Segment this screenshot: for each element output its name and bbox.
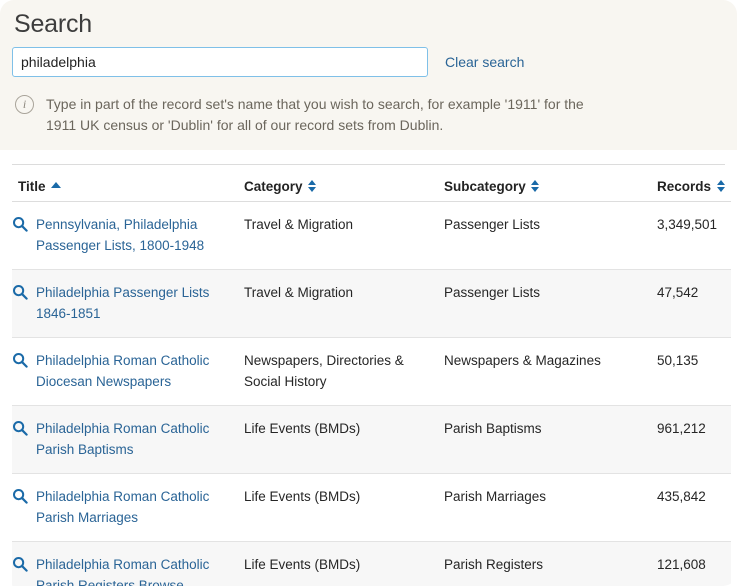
search-hint-text: Type in part of the record set's name th… <box>46 94 606 136</box>
cell-category: Newspapers, Directories & Social History <box>244 337 444 405</box>
cell-records: 47,542 <box>657 269 731 337</box>
cell-subcategory: Parish Registers <box>444 541 657 586</box>
search-icon[interactable] <box>12 420 28 436</box>
column-header-category-label: Category <box>244 179 303 194</box>
record-set-link[interactable]: Philadelphia Passenger Lists 1846-1851 <box>36 282 244 324</box>
cell-title: Philadelphia Roman Catholic Parish Regis… <box>12 541 244 586</box>
search-hint-line-1: Type in part of the record set's name th… <box>46 96 584 112</box>
cell-category: Travel & Migration <box>244 269 444 337</box>
cell-records: 50,135 <box>657 337 731 405</box>
cell-subcategory: Passenger Lists <box>444 201 657 269</box>
cell-category: Travel & Migration <box>244 201 444 269</box>
cell-records: 961,212 <box>657 405 731 473</box>
results-area: Title Category Subcategory Records Penns… <box>0 164 737 586</box>
clear-search-link[interactable]: Clear search <box>445 54 524 70</box>
table-row[interactable]: Philadelphia Roman Catholic Parish Marri… <box>12 473 731 541</box>
record-set-link[interactable]: Philadelphia Roman Catholic Parish Regis… <box>36 554 244 586</box>
table-row[interactable]: Philadelphia Roman Catholic Parish Regis… <box>12 541 731 586</box>
table-header-row: Title Category Subcategory Records <box>12 165 731 202</box>
table-row[interactable]: Philadelphia Roman Catholic Parish Bapti… <box>12 405 731 473</box>
cell-subcategory: Newspapers & Magazines <box>444 337 657 405</box>
sort-both-icon <box>308 180 317 192</box>
search-row: Clear search <box>12 47 725 77</box>
cell-title: Philadelphia Roman Catholic Parish Bapti… <box>12 405 244 473</box>
record-set-link[interactable]: Pennsylvania, Philadelphia Passenger Lis… <box>36 214 244 256</box>
cell-subcategory: Passenger Lists <box>444 269 657 337</box>
sort-both-icon <box>531 180 540 192</box>
results-table: Title Category Subcategory Records Penns… <box>12 165 731 586</box>
search-hint: i Type in part of the record set's name … <box>12 94 725 136</box>
search-icon[interactable] <box>12 556 28 572</box>
table-row[interactable]: Pennsylvania, Philadelphia Passenger Lis… <box>12 201 731 269</box>
search-icon[interactable] <box>12 488 28 504</box>
cell-title: Philadelphia Passenger Lists 1846-1851 <box>12 269 244 337</box>
cell-title: Philadelphia Roman Catholic Diocesan New… <box>12 337 244 405</box>
cell-subcategory: Parish Marriages <box>444 473 657 541</box>
column-header-title[interactable]: Title <box>12 165 244 202</box>
table-row[interactable]: Philadelphia Roman Catholic Diocesan New… <box>12 337 731 405</box>
search-panel: Search Clear search i Type in part of th… <box>0 0 737 150</box>
info-icon: i <box>15 95 34 114</box>
search-icon[interactable] <box>12 216 28 232</box>
column-header-subcategory-label: Subcategory <box>444 179 526 194</box>
column-header-title-label: Title <box>18 179 46 194</box>
cell-category: Life Events (BMDs) <box>244 405 444 473</box>
cell-records: 3,349,501 <box>657 201 731 269</box>
search-icon[interactable] <box>12 352 28 368</box>
sort-both-icon <box>716 180 725 192</box>
cell-records: 121,608 <box>657 541 731 586</box>
search-icon[interactable] <box>12 284 28 300</box>
cell-records: 435,842 <box>657 473 731 541</box>
search-hint-line-2: 1911 UK census or 'Dublin' for all of ou… <box>46 117 443 133</box>
record-set-link[interactable]: Philadelphia Roman Catholic Parish Marri… <box>36 486 244 528</box>
search-input[interactable] <box>12 47 428 77</box>
sort-ascending-icon <box>51 182 61 188</box>
search-results-page: Search Clear search i Type in part of th… <box>0 0 737 586</box>
cell-title: Philadelphia Roman Catholic Parish Marri… <box>12 473 244 541</box>
record-set-link[interactable]: Philadelphia Roman Catholic Diocesan New… <box>36 350 244 392</box>
column-header-subcategory[interactable]: Subcategory <box>444 165 657 202</box>
page-title: Search <box>14 10 725 39</box>
table-row[interactable]: Philadelphia Passenger Lists 1846-1851Tr… <box>12 269 731 337</box>
results-table-body: Pennsylvania, Philadelphia Passenger Lis… <box>12 201 731 586</box>
column-header-records-label: Records <box>657 179 711 194</box>
cell-subcategory: Parish Baptisms <box>444 405 657 473</box>
column-header-records[interactable]: Records <box>657 165 731 202</box>
cell-title: Pennsylvania, Philadelphia Passenger Lis… <box>12 201 244 269</box>
cell-category: Life Events (BMDs) <box>244 473 444 541</box>
column-header-category[interactable]: Category <box>244 165 444 202</box>
cell-category: Life Events (BMDs) <box>244 541 444 586</box>
record-set-link[interactable]: Philadelphia Roman Catholic Parish Bapti… <box>36 418 244 460</box>
